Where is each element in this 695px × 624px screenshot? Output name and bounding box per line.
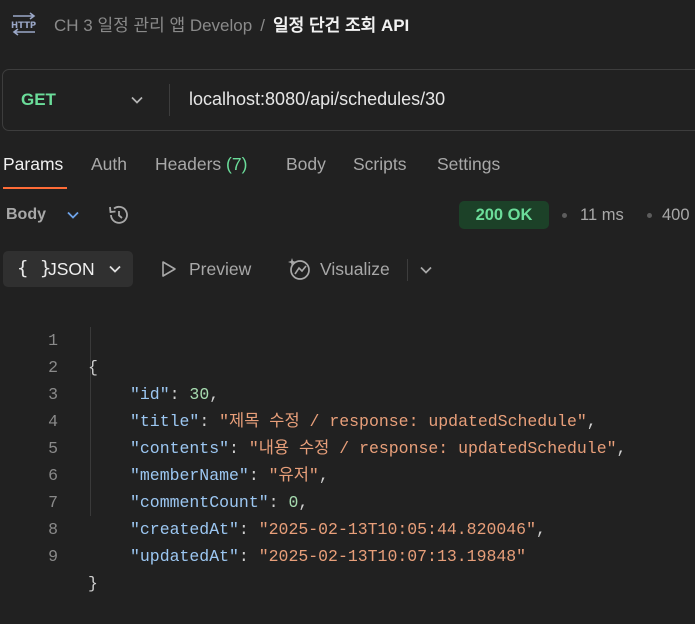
tab-params[interactable]: Params bbox=[3, 154, 63, 175]
chevron-down-icon[interactable] bbox=[64, 207, 82, 223]
tab-scripts[interactable]: Scripts bbox=[353, 154, 406, 175]
response-body-select[interactable]: Body bbox=[6, 206, 46, 224]
braces-icon: { } bbox=[17, 257, 52, 279]
json-value: "2025-02-13T10:07:13.19848" bbox=[258, 547, 527, 566]
chevron-down-icon[interactable] bbox=[418, 262, 434, 278]
request-title[interactable]: 일정 단건 조회 API bbox=[273, 16, 409, 35]
chevron-down-icon[interactable] bbox=[129, 92, 145, 108]
url-bar: GET localhost:8080/api/schedules/30 bbox=[2, 69, 695, 131]
breadcrumb-separator: / bbox=[260, 16, 265, 35]
tab-headers[interactable]: Headers (7) bbox=[155, 154, 247, 175]
tab-settings[interactable]: Settings bbox=[437, 154, 500, 175]
url-divider bbox=[169, 84, 170, 116]
tab-body[interactable]: Body bbox=[286, 154, 326, 175]
response-body-code[interactable]: 1 { 2 "id": 30, 3 "title": "제목 수정 / resp… bbox=[0, 300, 695, 593]
request-tabs: Params Auth Headers (7) Body Scripts Set… bbox=[0, 154, 695, 190]
code-line: 4 "contents": "내용 수정 / response: updated… bbox=[0, 381, 695, 458]
code-text: } bbox=[88, 574, 98, 593]
code-line: 5 "memberName": "유저", bbox=[0, 408, 695, 485]
line-number: 9 bbox=[48, 547, 58, 566]
history-icon[interactable] bbox=[106, 203, 132, 227]
method-select[interactable]: GET bbox=[21, 90, 56, 110]
code-line: 9 } bbox=[0, 516, 695, 593]
breadcrumb: CH 3 일정 관리 앱 Develop / 일정 단건 조회 API bbox=[54, 11, 409, 36]
separator-dot bbox=[647, 213, 652, 218]
code-line: 1 { bbox=[0, 300, 695, 377]
http-icon: HTTP bbox=[11, 12, 36, 36]
status-badge[interactable]: 200 OK bbox=[459, 201, 549, 229]
breadcrumb-collection[interactable]: CH 3 일정 관리 앱 Develop bbox=[54, 16, 252, 35]
code-line: 3 "title": "제목 수정 / response: updatedSch… bbox=[0, 354, 695, 431]
visualize-button[interactable]: Visualize bbox=[320, 259, 390, 280]
visualize-divider bbox=[407, 259, 408, 281]
code-line: 6 "commentCount": 0, bbox=[0, 435, 695, 512]
code-line: 8 "updatedAt": "2025-02-13T10:07:13.1984… bbox=[0, 489, 695, 566]
tab-auth[interactable]: Auth bbox=[91, 154, 127, 175]
response-size[interactable]: 400 bbox=[662, 206, 690, 225]
format-label: JSON bbox=[48, 259, 95, 279]
preview-button[interactable]: Preview bbox=[189, 259, 251, 280]
format-select[interactable]: { } JSON bbox=[3, 251, 133, 287]
visualize-icon[interactable] bbox=[286, 255, 314, 283]
code-text: "updatedAt": "2025-02-13T10:07:13.19848" bbox=[130, 547, 527, 566]
separator-dot bbox=[562, 213, 567, 218]
tab-headers-label: Headers bbox=[155, 154, 222, 174]
play-icon[interactable] bbox=[158, 259, 180, 279]
code-line: 7 "createdAt": "2025-02-13T10:05:44.8200… bbox=[0, 462, 695, 539]
active-tab-indicator bbox=[3, 187, 67, 189]
code-line: 2 "id": 30, bbox=[0, 327, 695, 404]
json-key: "updatedAt" bbox=[130, 547, 239, 566]
svg-text:HTTP: HTTP bbox=[11, 21, 36, 31]
headers-count: (7) bbox=[226, 154, 248, 174]
response-time[interactable]: 11 ms bbox=[580, 206, 624, 225]
chevron-down-icon bbox=[109, 265, 121, 273]
url-input[interactable]: localhost:8080/api/schedules/30 bbox=[189, 89, 445, 110]
